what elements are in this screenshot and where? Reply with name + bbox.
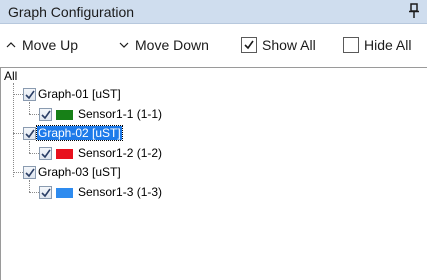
hide-all-toggle[interactable]: Hide All [343, 35, 411, 55]
tree-connector [13, 94, 23, 95]
checkmark-icon [25, 90, 35, 100]
chevron-down-icon [119, 42, 129, 48]
sensor-1-1-label[interactable]: Sensor1-1 (1-1) [78, 107, 162, 121]
show-all-label: Show All [262, 37, 316, 53]
tree-connector [29, 114, 39, 115]
graph-02-label[interactable]: Graph-02 [uST] [36, 125, 123, 141]
tree-root-label[interactable]: All [4, 69, 17, 83]
toolbar: Move Up Move Down Show All Hide All [0, 24, 427, 64]
sensor-1-2-label[interactable]: Sensor1-2 (1-2) [78, 146, 162, 160]
sensor-1-3-checkbox[interactable] [39, 186, 52, 199]
move-down-button[interactable]: Move Down [119, 35, 209, 55]
hide-all-label: Hide All [364, 37, 412, 53]
tree-connector [29, 192, 39, 193]
panel-titlebar: Graph Configuration [0, 0, 427, 24]
pin-icon[interactable] [409, 3, 419, 19]
checkmark-icon [41, 110, 51, 120]
checkmark-icon [244, 40, 254, 50]
move-down-label: Move Down [135, 37, 209, 53]
graph-01-checkbox[interactable] [23, 88, 36, 101]
sensor-1-3-color-swatch [56, 188, 73, 198]
tree-connector [29, 180, 30, 192]
sensor-1-1-color-swatch [56, 110, 73, 120]
graph-tree[interactable]: All Graph-01 [uST] Sensor1-1 (1-1) Graph… [0, 67, 427, 280]
hide-all-checkbox[interactable] [343, 37, 359, 53]
chevron-up-icon [6, 42, 16, 48]
checkmark-icon [25, 168, 35, 178]
show-all-checkbox[interactable] [241, 37, 257, 53]
tree-connector [29, 141, 30, 153]
tree-connector [13, 133, 23, 134]
tree-connector [29, 102, 30, 114]
move-up-label: Move Up [22, 37, 79, 53]
tree-connector [29, 153, 39, 154]
sensor-1-1-checkbox[interactable] [39, 108, 52, 121]
graph-01-label[interactable]: Graph-01 [uST] [38, 87, 121, 101]
sensor-1-2-color-swatch [56, 149, 73, 159]
tree-connector [13, 172, 23, 173]
graph-03-label[interactable]: Graph-03 [uST] [38, 165, 121, 179]
show-all-toggle[interactable]: Show All [241, 35, 316, 55]
sensor-1-3-label[interactable]: Sensor1-3 (1-3) [78, 185, 162, 199]
checkmark-icon [41, 188, 51, 198]
sensor-1-2-checkbox[interactable] [39, 147, 52, 160]
checkmark-icon [25, 129, 35, 139]
move-up-button[interactable]: Move Up [6, 35, 78, 55]
graph-03-checkbox[interactable] [23, 166, 36, 179]
panel-title: Graph Configuration [8, 4, 135, 20]
tree-connector [13, 83, 14, 177]
checkmark-icon [41, 149, 51, 159]
graph-02-checkbox[interactable] [23, 127, 36, 140]
